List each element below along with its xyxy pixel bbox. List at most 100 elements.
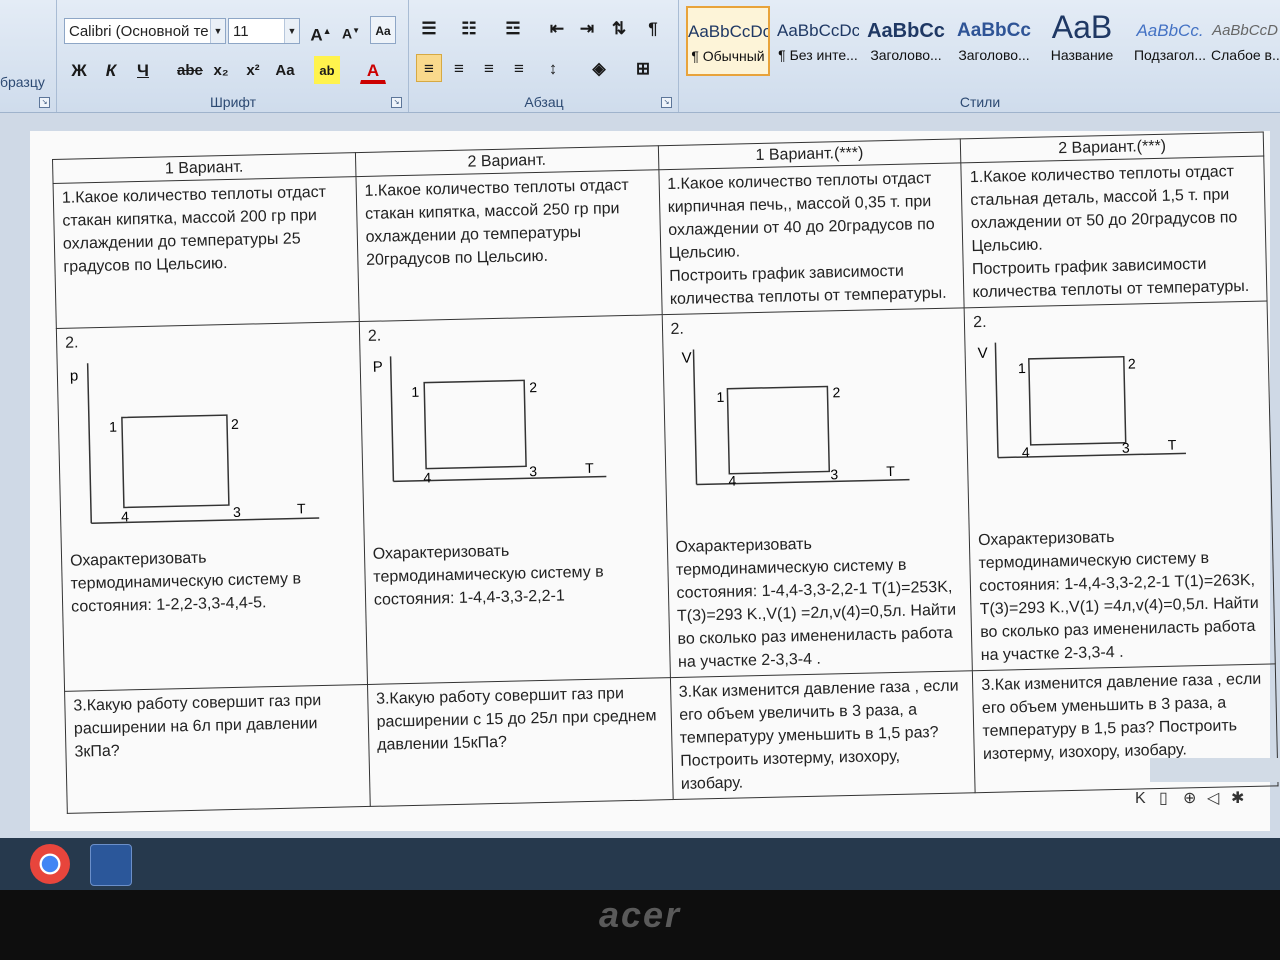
multilevel-list-icon[interactable]: ☲ [500,14,526,42]
style-title[interactable]: AaB Название [1040,6,1124,76]
chevron-down-icon[interactable]: ▼ [210,19,225,43]
question-text: 1.Какое количество теплоты отдаст стальн… [969,163,1238,256]
battery-icon[interactable]: ▯ [1159,788,1177,807]
document-page[interactable]: 1 Вариант. 2 Вариант. 1 Вариант.(***) 2 … [30,131,1279,831]
point-label: 2 [1128,355,1136,371]
table-cell: 1.Какое количество теплоты отдаст стакан… [53,176,360,329]
clipboard-label: бразцу [0,74,45,90]
question-text: 3.Как изменится давление газа , если его… [678,677,959,793]
question-extra-text: Построить график зависимости количества … [971,255,1250,302]
align-right-icon[interactable]: ≡ [476,54,502,82]
highlight-icon[interactable]: ab [314,56,340,84]
question-text: Охарактеризовать термодинамическую систе… [69,549,302,616]
font-group-label: Шрифт [209,94,257,110]
settings-icon[interactable]: ✱ [1231,788,1249,807]
point-label: 2 [231,416,239,432]
font-size-value: 11 [233,23,249,40]
subscript-button[interactable]: x₂ [208,56,234,84]
increase-indent-icon[interactable]: ⇥ [574,14,600,42]
question-number: 2. [64,334,79,352]
align-left-icon[interactable]: ≡ [416,54,442,82]
table-cell: 3.Какую работу совершит газ при расширен… [367,677,673,807]
strikethrough-button[interactable]: abe [176,56,204,84]
network-icon[interactable]: ⊕ [1183,788,1201,807]
underline-button[interactable]: Ч [130,56,156,84]
point-label: 4 [423,469,431,485]
table-cell: 3.Как изменится давление газа , если его… [669,670,976,800]
point-label: 1 [109,419,117,435]
monitor-brand-logo: acer [598,894,682,935]
line-spacing-icon[interactable]: ↕ [540,54,566,82]
style-subtitle[interactable]: AaBbCc. Подзагол... [1128,6,1212,76]
question-text: 1.Какое количество теплоты отдаст стакан… [61,183,327,276]
point-label: 3 [233,504,241,520]
ribbon: бразцу ↘ Calibri (Основной те ▼ 11 ▼ A▲ A▼… [0,0,1280,113]
cycle-rect [121,414,230,509]
styles-group: AaBbCcDc ¶ Обычный AaBbCcDc ¶ Без инте... … [680,0,1280,112]
style-no-spacing[interactable]: AaBbCcDc ¶ Без инте... [776,6,860,76]
pilcrow-icon[interactable]: ¶ [640,14,666,42]
question-text: 1.Какое количество теплоты отдаст кирпич… [667,170,935,263]
style-sample: AaBbCc [957,20,1031,41]
borders-icon[interactable]: ⊞ [630,54,656,82]
language-icon[interactable]: K [1135,790,1153,808]
point-label: 2 [832,384,840,400]
table-cell: 1.Какое количество теплоты отдаст стальн… [961,156,1268,308]
style-heading-1[interactable]: AaBbCc Заголово... [864,6,948,76]
justify-icon[interactable]: ≡ [506,54,532,82]
question-text: 3.Какую работу совершит газ при расширен… [375,685,657,754]
bold-button[interactable]: Ж [66,56,92,84]
style-sample: AaBbCc. [1136,21,1204,40]
style-heading-2[interactable]: AaBbCc Заголово... [952,6,1036,76]
bullets-icon[interactable]: ☰ [416,14,442,42]
style-subtle-emphasis[interactable]: AaBbCcD Слабое в... [1210,6,1280,76]
grow-font-button[interactable]: A▲ [308,16,334,45]
font-name-combo[interactable]: Calibri (Основной те ▼ [64,18,226,44]
table-row: 2. p T 1 2 3 4 Охарактеризовать термодин… [56,300,1276,692]
system-tray: K ▯ ⊕ ◁ ✱ [1132,788,1272,818]
italic-button[interactable]: К [98,56,124,84]
table-cell: 1.Какое количество теплоты отдаст стакан… [355,169,662,322]
font-name-value: Calibri (Основной те [69,23,209,40]
style-sample: AaBbCcDc [777,21,859,40]
y-axis [86,363,93,524]
font-size-combo[interactable]: 11 ▼ [228,18,300,44]
paragraph-launcher-icon[interactable]: ↘ [661,97,672,108]
clipboard-launcher-icon[interactable]: ↘ [39,97,50,108]
sort-icon[interactable]: ⇅ [606,14,632,42]
table-cell: 3.Какую работу совершит газ при расширен… [64,684,371,814]
font-launcher-icon[interactable]: ↘ [391,97,402,108]
word-icon[interactable] [90,844,132,886]
clear-format-button[interactable]: Aa [370,16,396,44]
pt-diagram: p T 1 2 3 4 [66,353,330,534]
table-cell: 2. p T 1 2 3 4 Охарактеризовать термодин… [56,321,368,692]
question-text: 3.Как изменится давление газа , если его… [981,670,1262,764]
chevron-down-icon[interactable]: ▼ [284,19,299,43]
y-axis-label: P [372,359,382,376]
style-normal[interactable]: AaBbCcDc ¶ Обычный [686,6,770,76]
style-name: ¶ Без инте... [778,47,858,63]
document-area: 1 Вариант. 2 Вариант. 1 Вариант.(***) 2 … [0,113,1280,838]
shrink-font-button[interactable]: A▼ [338,16,364,44]
decrease-indent-icon[interactable]: ⇤ [544,14,570,42]
align-center-icon[interactable]: ≡ [446,54,472,82]
style-sample: AaBbCcDc [688,22,768,41]
style-sample: AaB [1051,9,1113,45]
x-axis-label: T [1168,437,1177,453]
superscript-button[interactable]: x² [240,56,266,84]
volume-icon[interactable]: ◁ [1207,788,1225,807]
table-cell: 2. V T 1 2 3 4 Охарактеризовать термодин… [964,300,1276,671]
question-extra-text: Построить график зависимости количества … [669,262,947,309]
shading-icon[interactable]: ◈ [586,54,612,82]
font-color-icon[interactable]: A [360,56,386,84]
point-label: 2 [529,379,537,395]
style-name: Слабое в... [1211,47,1279,63]
table-cell: 2. V T 1 2 3 4 Охарактеризовать термодин… [661,307,973,678]
chrome-icon[interactable] [30,844,70,884]
change-case-button[interactable]: Aa [272,56,298,84]
question-number: 2. [973,313,987,332]
cycle-rect [726,385,830,475]
cycle-rect [423,379,527,470]
vt-diagram: V T 1 2 3 4 [671,339,935,520]
numbering-icon[interactable]: ☷ [456,14,482,42]
